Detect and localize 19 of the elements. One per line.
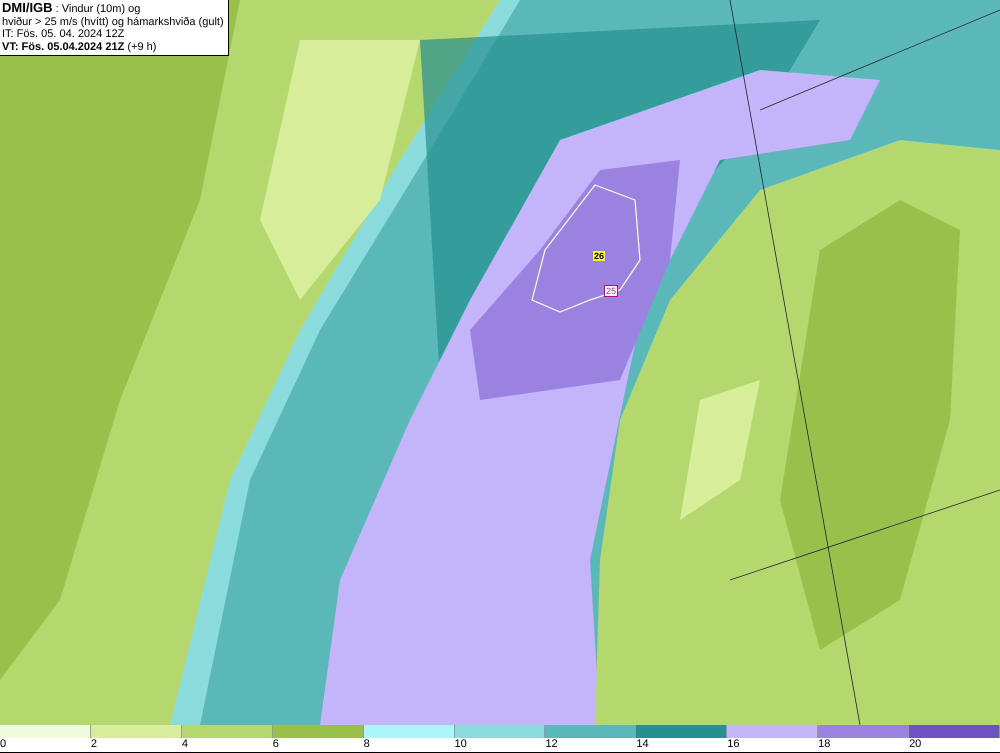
legend-label: 6 <box>272 738 279 751</box>
max-gust-label: 26 <box>593 251 605 261</box>
legend-label: 2 <box>90 738 98 751</box>
legend-label: 12 <box>545 738 558 751</box>
lead-time: (+9 h) <box>127 40 156 52</box>
legend-label: 0 <box>0 738 6 751</box>
legend-label: 8 <box>364 738 370 751</box>
map-title: : Vindur (10m) og <box>56 3 140 15</box>
legend-label: 20 <box>909 738 922 751</box>
legend-label: 14 <box>636 738 649 751</box>
legend-label: 10 <box>454 738 467 751</box>
source-label: DMI/IGB <box>2 0 53 15</box>
initial-time: IT: Fös. 05. 04. 2024 12Z <box>2 28 126 40</box>
contour-label: 25 <box>604 285 618 297</box>
legend-label: 16 <box>727 738 740 751</box>
legend-label: 18 <box>818 738 830 751</box>
valid-time: VT: Fös. 05.04.2024 21Z <box>2 40 124 52</box>
map-subtitle: hviður > 25 m/s (hvítt) og hámarkshviða (gult) <box>2 16 224 28</box>
legend-label: 4 <box>182 738 188 751</box>
